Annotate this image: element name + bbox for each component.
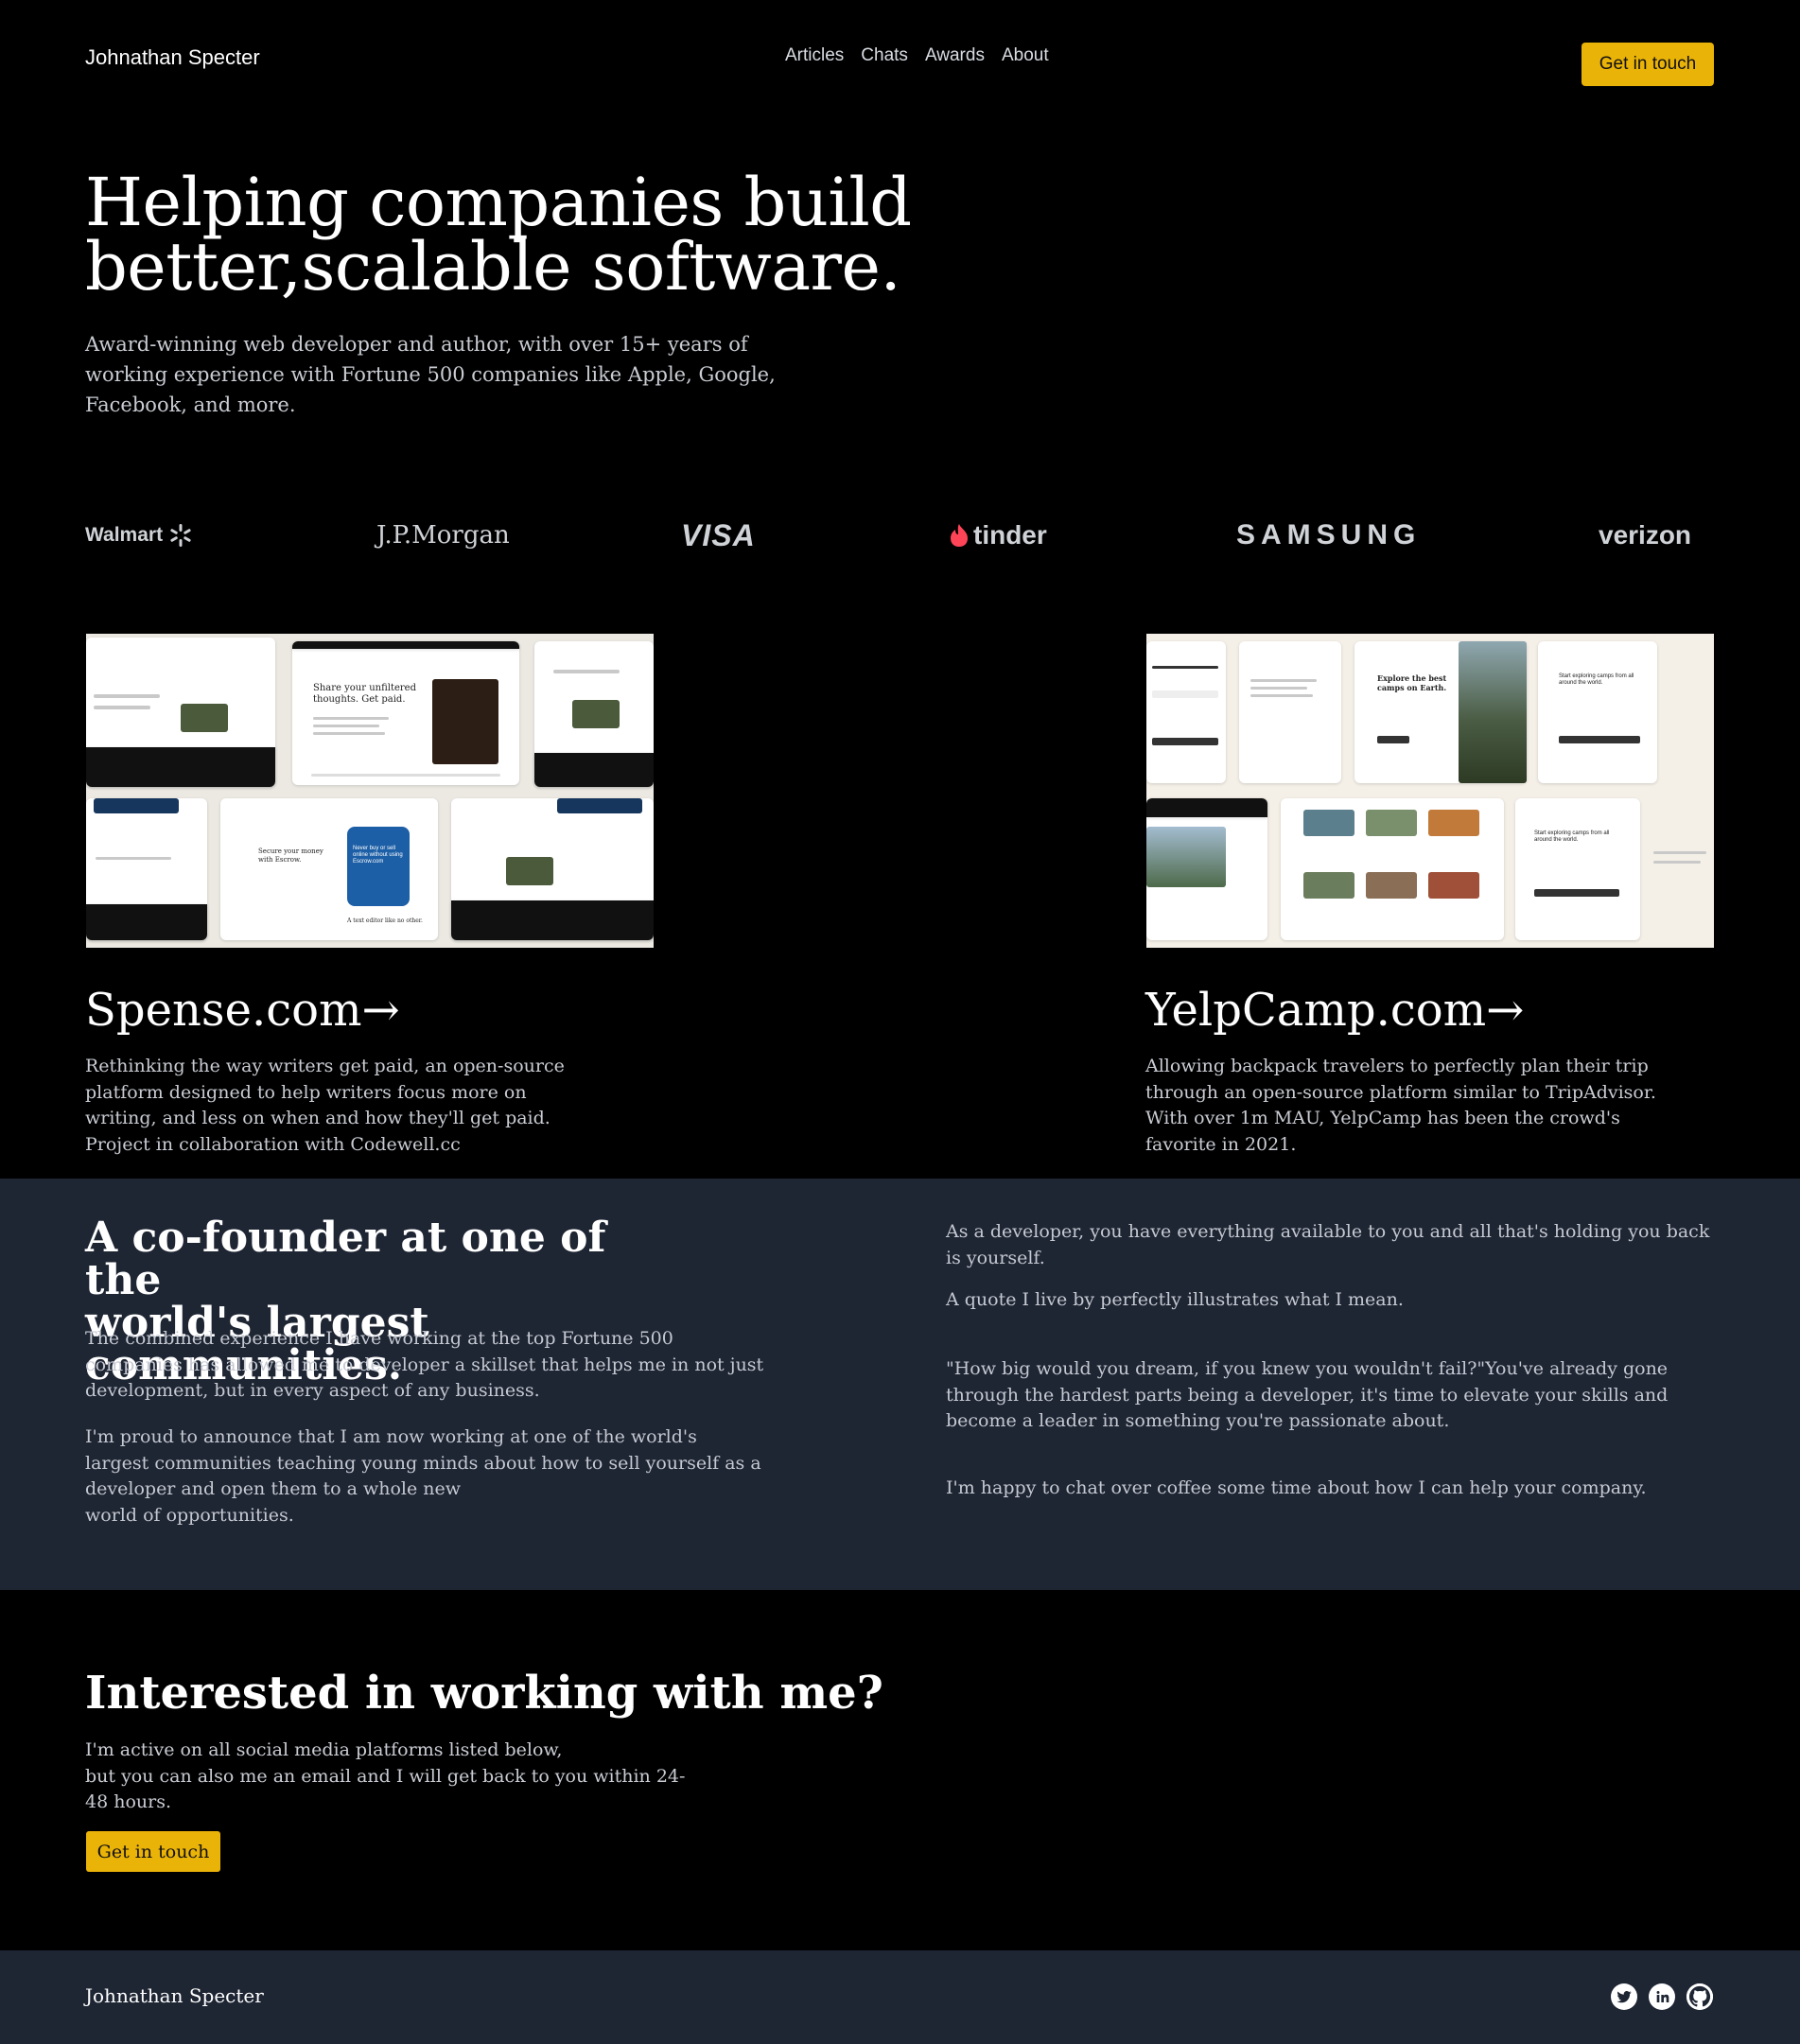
about-right-paragraph-1: As a developer, you have everything avai… bbox=[946, 1221, 1710, 1268]
walmart-logo: Walmart bbox=[85, 518, 193, 552]
hero-subtitle: Award-winning web developer and author, … bbox=[85, 333, 776, 416]
project-spense-title[interactable]: Spense.com→ bbox=[85, 984, 400, 1037]
walmart-spark-icon bbox=[170, 524, 191, 547]
about-left-paragraph-2b: world of opportunities. bbox=[85, 1504, 294, 1526]
tinder-logo: tinder bbox=[949, 518, 1047, 552]
get-in-touch-button-contact[interactable]: Get in touch bbox=[86, 1831, 220, 1872]
nav-awards[interactable]: Awards bbox=[925, 45, 985, 66]
about-right-paragraph-4: I'm happy to chat over coffee some time … bbox=[946, 1477, 1647, 1498]
yelp-shot-heading: Explore the best camps on Earth. bbox=[1377, 673, 1447, 692]
spense-card-escrow: Secure your money with Escrow. Never buy… bbox=[220, 798, 438, 940]
get-in-touch-button-header[interactable]: Get in touch bbox=[1582, 43, 1714, 86]
footer bbox=[0, 1950, 1800, 2044]
yelp-shot-right-heading: Start exploring camps from all around th… bbox=[1559, 673, 1634, 686]
contact-line-2: but you can also me an email and I will … bbox=[85, 1765, 686, 1813]
yelp-card-bottomleft bbox=[1146, 798, 1267, 940]
yelp-card-login: Start exploring camps from all around th… bbox=[1515, 798, 1640, 940]
contact-title: Interested in working with me? bbox=[85, 1667, 883, 1720]
spense-shot-editor: A text editor like no other. bbox=[347, 917, 423, 924]
walmart-logo-text: Walmart bbox=[85, 524, 164, 546]
twitter-icon[interactable] bbox=[1611, 1983, 1637, 2010]
yelp-shot-login-heading: Start exploring camps from all around th… bbox=[1534, 830, 1610, 843]
linkedin-icon[interactable] bbox=[1649, 1983, 1675, 2010]
main-nav: Articles Chats Awards About bbox=[785, 45, 1049, 66]
spense-shot-heading: Share your unfiltered thoughts. Get paid… bbox=[313, 683, 416, 705]
site-brand[interactable]: Johnathan Specter bbox=[85, 45, 260, 70]
about-right-paragraph-2: A quote I live by perfectly illustrates … bbox=[946, 1289, 1404, 1310]
contact-line-1: I'm active on all social media platforms… bbox=[85, 1739, 563, 1760]
spense-shot-escrow-secure: Secure your money with Escrow. bbox=[258, 847, 323, 864]
nav-chats[interactable]: Chats bbox=[861, 45, 908, 66]
hero-title: Helping companies build better,scalable … bbox=[85, 169, 1031, 300]
nav-articles[interactable]: Articles bbox=[785, 45, 844, 66]
yelp-card-quote bbox=[1239, 641, 1341, 783]
spense-card-bottomleft bbox=[86, 798, 207, 940]
contact-description: I'm active on all social media platforms… bbox=[85, 1738, 690, 1816]
about-title-line1: A co-founder at one of the bbox=[85, 1214, 606, 1304]
yelp-card-left bbox=[1146, 641, 1226, 783]
hero-title-line2: better,scalable software. bbox=[85, 228, 901, 306]
samsung-logo: SAMSUNG bbox=[1236, 519, 1422, 550]
yelpcamp-screenshot[interactable]: Explore the best camps on Earth. Start e… bbox=[1146, 634, 1714, 948]
project-yelpcamp-description: Allowing backpack travelers to perfectly… bbox=[1145, 1056, 1656, 1155]
spense-screenshot[interactable]: Share your unfiltered thoughts. Get paid… bbox=[86, 634, 654, 948]
jpmorgan-logo: J.P.Morgan bbox=[376, 521, 510, 550]
spense-card-hero: Share your unfiltered thoughts. Get paid… bbox=[292, 641, 519, 785]
spense-card-bottomright bbox=[451, 798, 654, 940]
about-left-paragraph-2: I'm proud to announce that I am now work… bbox=[85, 1424, 766, 1529]
about-left-paragraph-1: The combined experience I have working a… bbox=[85, 1328, 764, 1401]
about-left-paragraph-2a: I'm proud to announce that I am now work… bbox=[85, 1426, 761, 1499]
spense-shot-escrow-phone: Never buy or sell online without using E… bbox=[353, 846, 403, 865]
tinder-flame-icon bbox=[951, 524, 968, 547]
tinder-logo-text: tinder bbox=[973, 520, 1047, 550]
verizon-logo: verizon bbox=[1599, 520, 1692, 550]
about-right-paragraph-3: "How big would you dream, if you knew yo… bbox=[946, 1358, 1669, 1431]
visa-logo: VISA bbox=[681, 517, 756, 552]
github-icon[interactable] bbox=[1686, 1983, 1713, 2010]
nav-about[interactable]: About bbox=[1002, 45, 1049, 66]
yelp-card-hero: Explore the best camps on Earth. bbox=[1354, 641, 1527, 783]
project-yelpcamp-title[interactable]: YelpCamp.com→ bbox=[1145, 984, 1524, 1037]
yelp-card-grid bbox=[1281, 798, 1504, 940]
project-spense-description: Rethinking the way writers get paid, an … bbox=[85, 1056, 565, 1155]
footer-name: Johnathan Specter bbox=[85, 1984, 264, 2007]
yelp-card-right: Start exploring camps from all around th… bbox=[1538, 641, 1657, 783]
